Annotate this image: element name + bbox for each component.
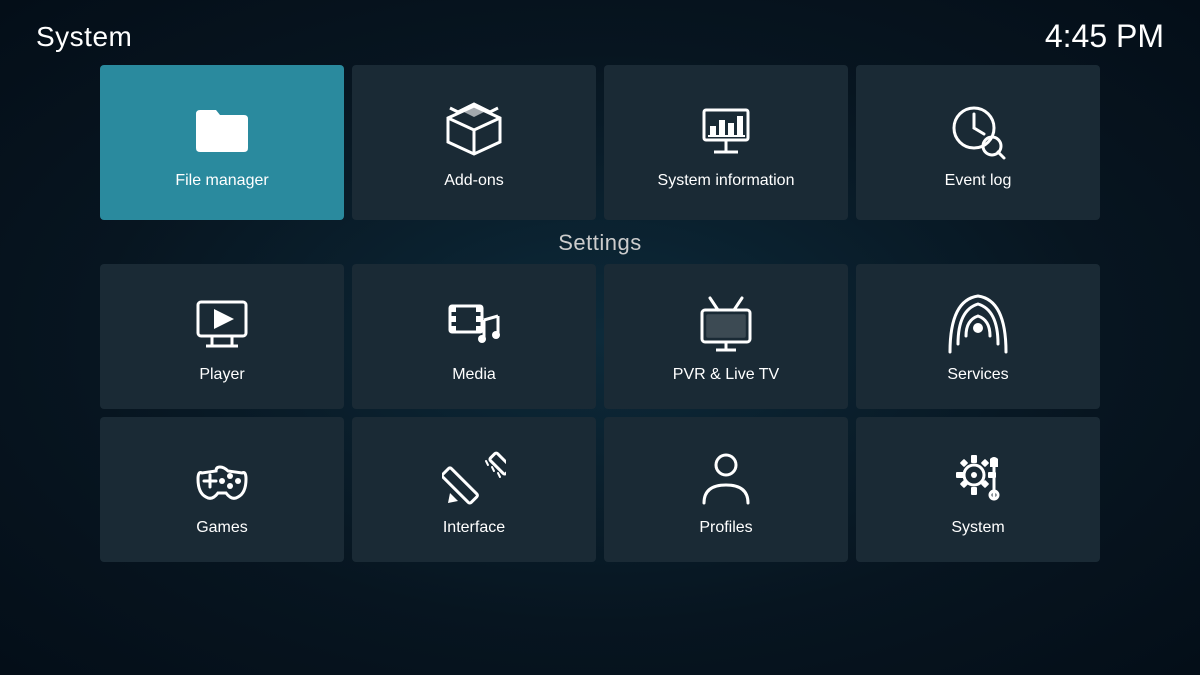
podcast-icon (946, 292, 1010, 356)
tile-media[interactable]: Media (352, 264, 596, 409)
gear-tools-icon (946, 445, 1010, 509)
tile-add-ons[interactable]: Add-ons (352, 65, 596, 220)
clock-search-icon (946, 98, 1010, 162)
chart-icon (694, 98, 758, 162)
tile-player[interactable]: Player (100, 264, 344, 409)
tile-pvr-live-tv[interactable]: PVR & Live TV (604, 264, 848, 409)
top-row: File manager Add-ons (100, 65, 1100, 220)
tile-label-add-ons: Add-ons (444, 172, 504, 190)
tile-label-system: System (951, 519, 1004, 537)
header: System 4:45 PM (0, 0, 1200, 65)
tile-label-system-information: System information (658, 172, 795, 190)
tile-event-log[interactable]: Event log (856, 65, 1100, 220)
pencil-ruler-icon (442, 445, 506, 509)
tile-label-event-log: Event log (945, 172, 1012, 190)
main-content: File manager Add-ons (0, 65, 1200, 562)
tile-system[interactable]: System (856, 417, 1100, 562)
settings-heading: Settings (100, 230, 1100, 256)
tile-interface[interactable]: Interface (352, 417, 596, 562)
tile-games[interactable]: Games (100, 417, 344, 562)
tile-label-file-manager: File manager (175, 172, 268, 190)
tile-label-services: Services (947, 366, 1008, 384)
folder-icon (190, 98, 254, 162)
settings-grid: Player (100, 264, 1100, 562)
tile-label-interface: Interface (443, 519, 505, 537)
box-icon (442, 98, 506, 162)
settings-row-1: Player (100, 264, 1100, 409)
person-icon (694, 445, 758, 509)
tile-services[interactable]: Services (856, 264, 1100, 409)
tile-label-profiles: Profiles (699, 519, 752, 537)
tile-file-manager[interactable]: File manager (100, 65, 344, 220)
gamepad-icon (190, 445, 254, 509)
tile-label-games: Games (196, 519, 248, 537)
monitor-play-icon (190, 292, 254, 356)
tv-icon (694, 292, 758, 356)
tile-label-media: Media (452, 366, 496, 384)
film-music-icon (442, 292, 506, 356)
tile-system-information[interactable]: System information (604, 65, 848, 220)
clock: 4:45 PM (1045, 18, 1164, 55)
settings-section: Settings Player (100, 230, 1100, 562)
page-title: System (36, 21, 132, 53)
tile-profiles[interactable]: Profiles (604, 417, 848, 562)
tile-label-pvr-live-tv: PVR & Live TV (673, 366, 779, 384)
settings-row-2: Games Interface (100, 417, 1100, 562)
tile-label-player: Player (199, 366, 244, 384)
